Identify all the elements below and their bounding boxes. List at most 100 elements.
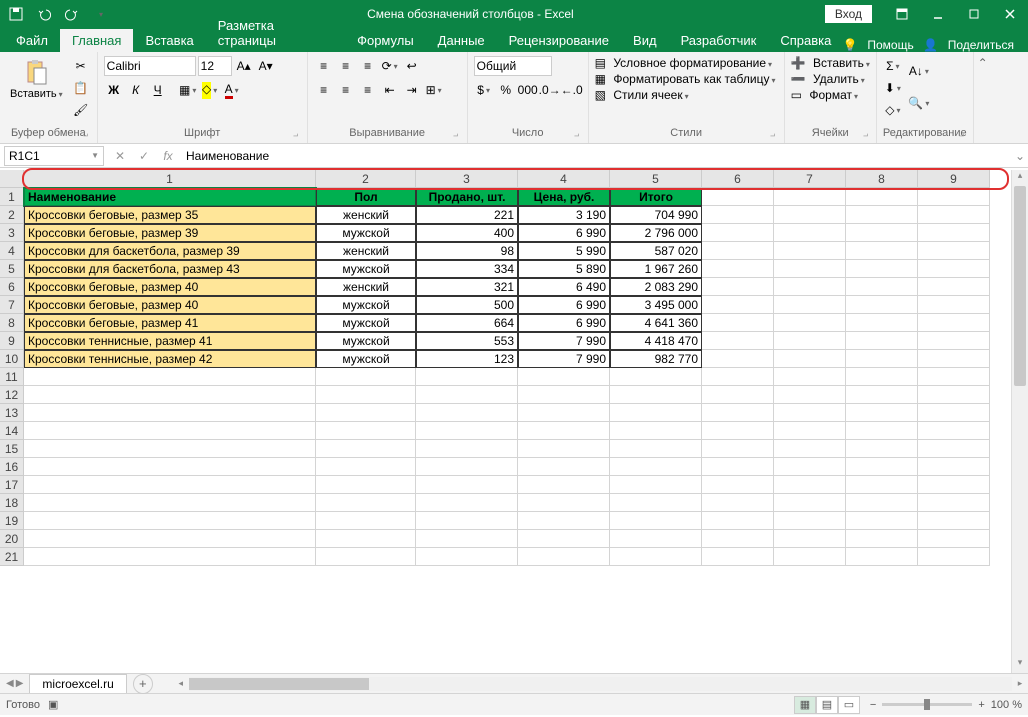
row-header[interactable]: 19 <box>0 512 24 530</box>
formula-input[interactable] <box>180 146 1012 166</box>
row-header[interactable]: 14 <box>0 422 24 440</box>
cell[interactable]: Итого <box>610 188 702 206</box>
cell[interactable] <box>416 422 518 440</box>
cell[interactable] <box>316 458 416 476</box>
cell[interactable] <box>774 512 846 530</box>
cell[interactable]: 98 <box>416 242 518 260</box>
italic-button[interactable]: К <box>126 80 146 100</box>
cell[interactable] <box>918 404 990 422</box>
cell[interactable] <box>918 530 990 548</box>
column-header[interactable]: 9 <box>918 170 990 188</box>
cell[interactable] <box>702 296 774 314</box>
row-header[interactable]: 20 <box>0 530 24 548</box>
cell[interactable]: Кроссовки для баскетбола, размер 43 <box>24 260 316 278</box>
cell[interactable] <box>416 458 518 476</box>
cell[interactable] <box>610 368 702 386</box>
tab-review[interactable]: Рецензирование <box>497 29 621 52</box>
row-header[interactable]: 5 <box>0 260 24 278</box>
row-header[interactable]: 7 <box>0 296 24 314</box>
enter-formula-icon[interactable]: ✓ <box>132 146 156 166</box>
cell[interactable]: Кроссовки беговые, размер 40 <box>24 278 316 296</box>
cell[interactable] <box>774 260 846 278</box>
cell[interactable] <box>610 458 702 476</box>
row-headers[interactable]: 123456789101112131415161718192021 <box>0 188 24 566</box>
tab-view[interactable]: Вид <box>621 29 669 52</box>
cell[interactable]: 7 990 <box>518 332 610 350</box>
name-box[interactable]: R1C1▼ <box>4 146 104 166</box>
tab-home[interactable]: Главная <box>60 29 133 52</box>
sheet-nav[interactable]: ◀▶ <box>0 678 29 689</box>
cell[interactable] <box>918 548 990 566</box>
cell[interactable] <box>774 494 846 512</box>
cell[interactable] <box>918 314 990 332</box>
cell[interactable]: 3 190 <box>518 206 610 224</box>
row-header[interactable]: 16 <box>0 458 24 476</box>
tell-me-label[interactable]: Помощь <box>867 38 913 52</box>
cell[interactable] <box>24 440 316 458</box>
cell[interactable] <box>518 530 610 548</box>
cell[interactable] <box>846 368 918 386</box>
cell[interactable] <box>416 548 518 566</box>
cell[interactable]: 6 990 <box>518 224 610 242</box>
cell[interactable] <box>918 350 990 368</box>
cell[interactable]: 334 <box>416 260 518 278</box>
cell[interactable] <box>518 494 610 512</box>
vertical-scrollbar[interactable]: ▴ ▾ <box>1011 170 1028 673</box>
sheet-next-icon[interactable]: ▶ <box>16 678 24 689</box>
cell[interactable] <box>518 368 610 386</box>
row-header[interactable]: 8 <box>0 314 24 332</box>
cell[interactable]: 123 <box>416 350 518 368</box>
select-all-corner[interactable] <box>0 170 24 188</box>
cell[interactable] <box>702 350 774 368</box>
indent-decrease-icon[interactable]: ⇤ <box>380 80 400 100</box>
cell[interactable] <box>846 296 918 314</box>
column-headers[interactable]: 123456789 <box>24 170 1010 188</box>
cell[interactable] <box>518 548 610 566</box>
row-header[interactable]: 18 <box>0 494 24 512</box>
paste-button[interactable]: Вставить <box>6 56 67 102</box>
tab-file[interactable]: Файл <box>4 29 60 52</box>
cell[interactable] <box>846 242 918 260</box>
cell[interactable] <box>918 458 990 476</box>
cell[interactable]: 982 770 <box>610 350 702 368</box>
cell[interactable] <box>610 530 702 548</box>
increase-decimal-icon[interactable]: .0→ <box>540 80 560 100</box>
cell[interactable] <box>774 530 846 548</box>
scroll-up-icon[interactable]: ▴ <box>1012 170 1028 186</box>
share-label[interactable]: Поделиться <box>948 38 1014 52</box>
cell[interactable] <box>774 476 846 494</box>
cell[interactable]: Пол <box>316 188 416 206</box>
cell[interactable] <box>518 458 610 476</box>
cell[interactable]: 6 990 <box>518 314 610 332</box>
cell[interactable] <box>918 242 990 260</box>
cell[interactable]: мужской <box>316 332 416 350</box>
cancel-formula-icon[interactable]: ✕ <box>108 146 132 166</box>
cell[interactable]: 587 020 <box>610 242 702 260</box>
sheet-tab[interactable]: microexcel.ru <box>29 674 126 693</box>
cell[interactable]: мужской <box>316 260 416 278</box>
cell[interactable] <box>416 440 518 458</box>
vscroll-thumb[interactable] <box>1014 186 1026 386</box>
cell[interactable] <box>702 530 774 548</box>
cell[interactable] <box>918 494 990 512</box>
cell[interactable]: Кроссовки теннисные, размер 42 <box>24 350 316 368</box>
column-header[interactable]: 7 <box>774 170 846 188</box>
cell[interactable] <box>610 512 702 530</box>
autosum-icon[interactable]: Σ <box>883 56 903 76</box>
zoom-level[interactable]: 100 % <box>991 699 1022 711</box>
horizontal-scrollbar[interactable]: ◂ ▸ <box>173 676 1028 692</box>
cell[interactable] <box>846 224 918 242</box>
cell[interactable] <box>774 242 846 260</box>
insert-cells-button[interactable]: ➕ Вставить <box>791 56 870 70</box>
cell[interactable] <box>316 404 416 422</box>
font-color-icon[interactable]: A <box>222 80 242 100</box>
cell[interactable]: Наименование <box>24 188 316 206</box>
cell[interactable]: 500 <box>416 296 518 314</box>
cell[interactable] <box>610 548 702 566</box>
redo-icon[interactable] <box>62 4 82 24</box>
undo-icon[interactable] <box>34 4 54 24</box>
cell[interactable] <box>518 404 610 422</box>
decrease-font-icon[interactable]: A▾ <box>256 56 276 76</box>
cell[interactable]: Цена, руб. <box>518 188 610 206</box>
cell[interactable] <box>610 494 702 512</box>
